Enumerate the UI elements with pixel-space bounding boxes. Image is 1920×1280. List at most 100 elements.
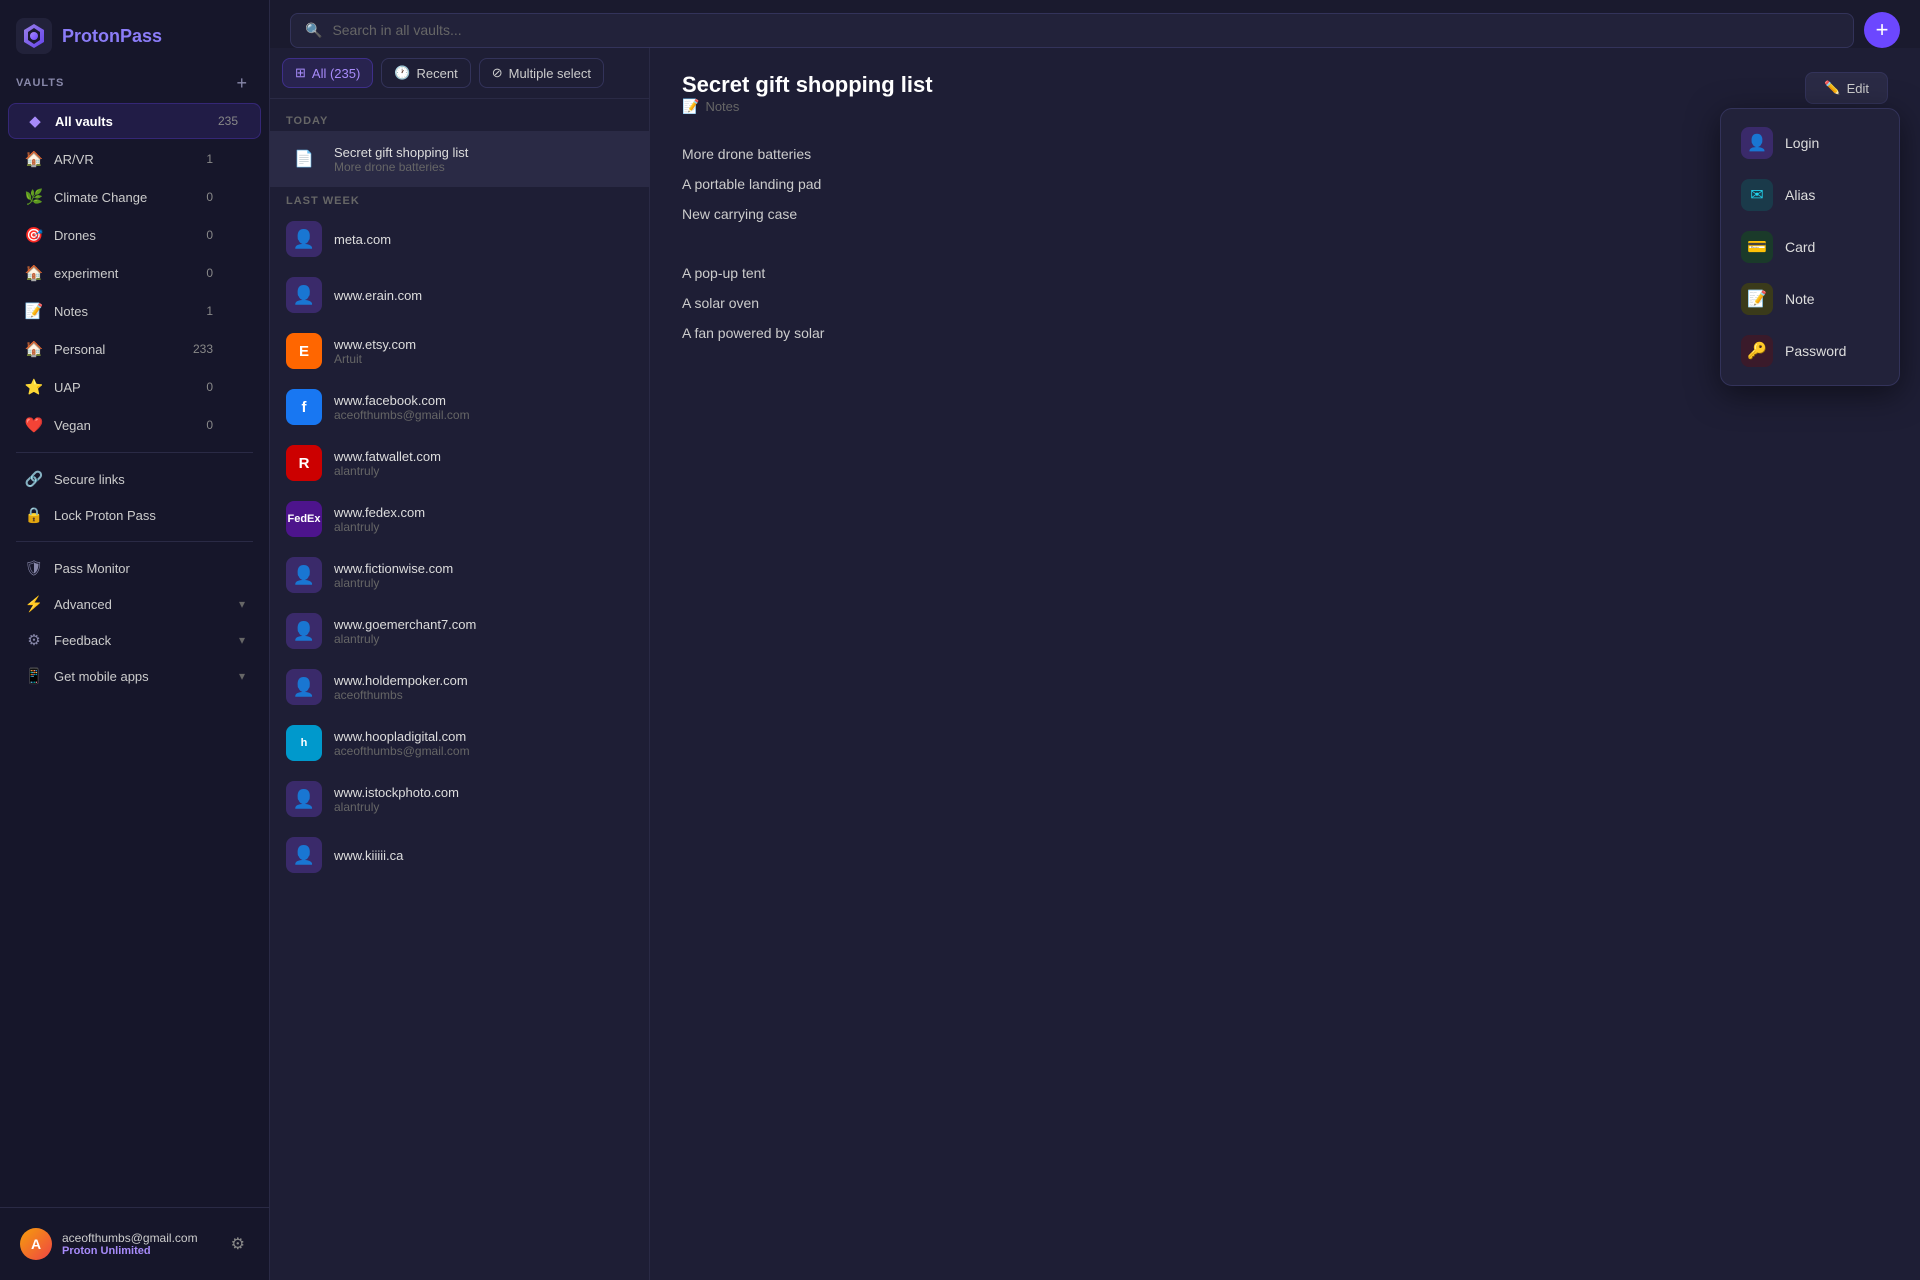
edit-icon: ✏️ bbox=[1824, 80, 1840, 96]
content-area: ⊞ All (235) 🕐 Recent ⊘ Multiple select T… bbox=[270, 48, 1920, 1280]
dropdown-item-alias[interactable]: ✉ Alias bbox=[1729, 169, 1891, 221]
sidebar: ProtonPass Vaults + ◆ All vaults 235 🏠 A… bbox=[0, 0, 270, 1280]
favicon-hoopla: h bbox=[286, 725, 322, 761]
edit-label: Edit bbox=[1847, 81, 1869, 96]
search-icon: 🔍 bbox=[305, 22, 322, 39]
sidebar-item-experiment[interactable]: 🏠 experiment 0 ⋯ bbox=[8, 255, 261, 291]
detail-panel: Secret gift shopping list 📝 Notes ✏️ Edi… bbox=[650, 48, 1920, 1280]
settings-button[interactable]: ⚙ bbox=[227, 1230, 249, 1258]
sidebar-item-advanced[interactable]: ⚡ Advanced ▾ bbox=[8, 587, 261, 621]
item-title-fatwallet: www.fatwallet.com bbox=[334, 449, 633, 464]
detail-type-icon: 📝 bbox=[682, 98, 699, 115]
sidebar-item-drones[interactable]: 🎯 Drones 0 ⋯ bbox=[8, 217, 261, 253]
dropdown-item-login[interactable]: 👤 Login bbox=[1729, 117, 1891, 169]
item-title-facebook: www.facebook.com bbox=[334, 393, 633, 408]
sidebar-item-notes[interactable]: 📝 Notes 1 ⋯ bbox=[8, 293, 261, 329]
detail-line-6: A solar oven bbox=[682, 292, 1888, 316]
app-name: ProtonPass bbox=[62, 26, 162, 47]
detail-type-label: Notes bbox=[705, 99, 739, 114]
vaults-section: Vaults + bbox=[0, 64, 269, 102]
sidebar-item-ar-vr[interactable]: 🏠 AR/VR 1 ⋯ bbox=[8, 141, 261, 177]
item-title-fictionwise: www.fictionwise.com bbox=[334, 561, 633, 576]
dropdown-item-password[interactable]: 🔑 Password bbox=[1729, 325, 1891, 377]
item-info-istock: www.istockphoto.com alantruly bbox=[334, 785, 633, 814]
search-input[interactable] bbox=[332, 22, 1839, 38]
clock-icon: 🕐 bbox=[394, 65, 410, 81]
user-thumb-erain: 👤 bbox=[286, 277, 322, 313]
dropdown-item-note[interactable]: 📝 Note bbox=[1729, 273, 1891, 325]
item-info-meta: meta.com bbox=[334, 232, 633, 247]
dropdown-label-note: Note bbox=[1785, 291, 1815, 307]
sidebar-item-feedback[interactable]: ⚙ Feedback ▾ bbox=[8, 623, 261, 657]
all-items-button[interactable]: ⊞ All (235) bbox=[282, 58, 373, 88]
note-thumb-secret-gift: 📄 bbox=[286, 141, 322, 177]
item-info-fatwallet: www.fatwallet.com alantruly bbox=[334, 449, 633, 478]
vaults-label: Vaults bbox=[16, 77, 64, 89]
list-item-facebook[interactable]: f www.facebook.com aceofthumbs@gmail.com bbox=[270, 379, 649, 435]
recent-button[interactable]: 🕐 Recent bbox=[381, 58, 470, 88]
item-title-erain: www.erain.com bbox=[334, 288, 633, 303]
list-item-etsy[interactable]: E www.etsy.com Artuit bbox=[270, 323, 649, 379]
mobile-icon: 📱 bbox=[24, 667, 44, 685]
heart-icon: ❤️ bbox=[24, 416, 44, 434]
list-item-istock[interactable]: 👤 www.istockphoto.com alantruly bbox=[270, 771, 649, 827]
detail-line-1: More drone batteries bbox=[682, 143, 1888, 167]
multiple-select-button[interactable]: ⊘ Multiple select bbox=[479, 58, 604, 88]
item-title-goemerchant: www.goemerchant7.com bbox=[334, 617, 633, 632]
list-item-hoopla[interactable]: h www.hoopladigital.com aceofthumbs@gmai… bbox=[270, 715, 649, 771]
item-info-secret-gift: Secret gift shopping list More drone bat… bbox=[334, 145, 633, 174]
detail-line-4 bbox=[682, 232, 1888, 256]
favicon-facebook: f bbox=[286, 389, 322, 425]
alias-dropdown-icon: ✉ bbox=[1741, 179, 1773, 211]
edit-button[interactable]: ✏️ Edit bbox=[1805, 72, 1888, 104]
sidebar-item-personal[interactable]: 🏠 Personal 233 ⋯ bbox=[8, 331, 261, 367]
item-info-fictionwise: www.fictionwise.com alantruly bbox=[334, 561, 633, 590]
list-item-goemerchant[interactable]: 👤 www.goemerchant7.com alantruly bbox=[270, 603, 649, 659]
favicon-fedex: FedEx bbox=[286, 501, 322, 537]
sidebar-divider-1 bbox=[16, 452, 253, 453]
sidebar-label-ar-vr: AR/VR bbox=[54, 152, 196, 167]
list-item-kiiiii[interactable]: 👤 www.kiiiii.ca bbox=[270, 827, 649, 883]
list-item-erain[interactable]: 👤 www.erain.com bbox=[270, 267, 649, 323]
sidebar-item-mobile-apps[interactable]: 📱 Get mobile apps ▾ bbox=[8, 659, 261, 693]
sidebar-item-secure-links[interactable]: 🔗 Secure links bbox=[8, 462, 261, 496]
sidebar-item-climate-change[interactable]: 🌿 Climate Change 0 ⋯ bbox=[8, 179, 261, 215]
item-title-hoopla: www.hoopladigital.com bbox=[334, 729, 633, 744]
sidebar-item-vegan[interactable]: ❤️ Vegan 0 ⋯ bbox=[8, 407, 261, 443]
list-item-holdem[interactable]: 👤 www.holdempoker.com aceofthumbs bbox=[270, 659, 649, 715]
list-item-fictionwise[interactable]: 👤 www.fictionwise.com alantruly bbox=[270, 547, 649, 603]
item-title-secret-gift: Secret gift shopping list bbox=[334, 145, 633, 160]
add-vault-button[interactable]: + bbox=[230, 72, 253, 94]
dropdown-label-login: Login bbox=[1785, 135, 1819, 151]
sidebar-item-lock[interactable]: 🔒 Lock Proton Pass bbox=[8, 498, 261, 532]
multiple-select-label: Multiple select bbox=[509, 66, 591, 81]
item-sub-facebook: aceofthumbs@gmail.com bbox=[334, 408, 633, 422]
drone-icon: 🎯 bbox=[24, 226, 44, 244]
sidebar-item-uap[interactable]: ⭐ UAP 0 ⋯ bbox=[8, 369, 261, 405]
bolt-icon: ⚡ bbox=[24, 595, 44, 613]
dropdown-item-card[interactable]: 💳 Card bbox=[1729, 221, 1891, 273]
lock-icon: 🔒 bbox=[24, 506, 44, 524]
item-title-holdem: www.holdempoker.com bbox=[334, 673, 633, 688]
item-sub-secret-gift: More drone batteries bbox=[334, 160, 633, 174]
list-item-secret-gift[interactable]: 📄 Secret gift shopping list More drone b… bbox=[270, 131, 649, 187]
item-title-etsy: www.etsy.com bbox=[334, 337, 633, 352]
item-sub-goemerchant: alantruly bbox=[334, 632, 633, 646]
user-plan: Proton Unlimited bbox=[62, 1245, 217, 1257]
favicon-etsy: E bbox=[286, 333, 322, 369]
item-sub-hoopla: aceofthumbs@gmail.com bbox=[334, 744, 633, 758]
item-title-fedex: www.fedex.com bbox=[334, 505, 633, 520]
user-profile-row[interactable]: A aceofthumbs@gmail.com Proton Unlimited… bbox=[8, 1220, 261, 1268]
new-item-button[interactable]: + bbox=[1864, 12, 1900, 48]
sidebar-label-secure-links: Secure links bbox=[54, 472, 245, 487]
item-info-hoopla: www.hoopladigital.com aceofthumbs@gmail.… bbox=[334, 729, 633, 758]
list-item-fatwallet[interactable]: R www.fatwallet.com alantruly bbox=[270, 435, 649, 491]
sidebar-item-all-vaults[interactable]: ◆ All vaults 235 bbox=[8, 103, 261, 139]
sidebar-label-feedback: Feedback bbox=[54, 633, 229, 648]
list-item-meta[interactable]: 👤 meta.com bbox=[270, 211, 649, 267]
sidebar-item-pass-monitor[interactable]: 🛡 Pass Monitor bbox=[8, 551, 261, 585]
sidebar-bottom: A aceofthumbs@gmail.com Proton Unlimited… bbox=[0, 1207, 269, 1280]
list-item-fedex[interactable]: FedEx www.fedex.com alantruly bbox=[270, 491, 649, 547]
detail-content: More drone batteries A portable landing … bbox=[682, 143, 1888, 346]
detail-header: Secret gift shopping list 📝 Notes ✏️ Edi… bbox=[682, 72, 1888, 135]
